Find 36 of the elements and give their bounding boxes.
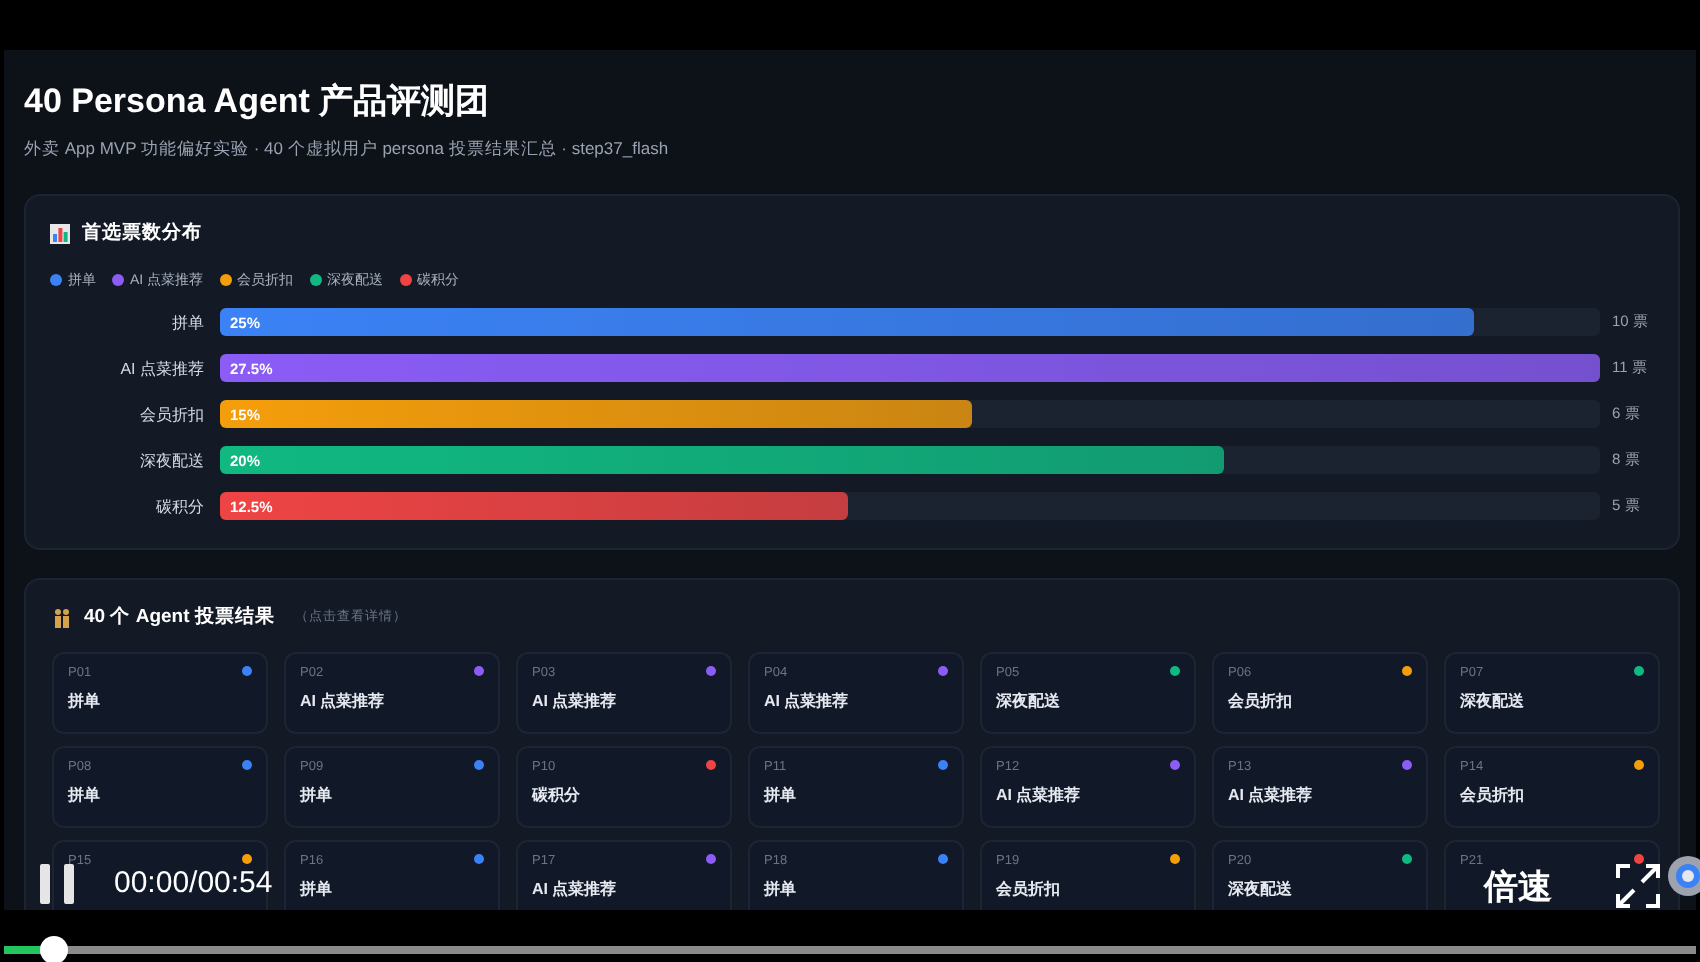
agent-choice: AI 点菜推荐 xyxy=(764,690,851,712)
bar-label: 深夜配送 xyxy=(138,449,206,471)
bar-label: AI 点菜推荐 xyxy=(118,357,206,379)
agent-choice: AI 点菜推荐 xyxy=(532,878,619,900)
agent-choice: 会员折扣 xyxy=(1460,784,1526,806)
agent-choice: 深夜配送 xyxy=(1460,690,1526,712)
agent-choice: AI 点菜推荐 xyxy=(300,690,387,712)
agent-choice: AI 点菜推荐 xyxy=(532,690,619,712)
agent-choice: 深夜配送 xyxy=(1228,878,1294,900)
pause-icon[interactable] xyxy=(40,864,76,904)
agent-choice: 拼单 xyxy=(764,878,798,900)
page-subtitle: 外卖 App MVP 功能偏好实验 · 40 个虚拟用户 persona 投票结果汇总 · step37_flash xyxy=(24,138,671,162)
bar-chart-icon xyxy=(50,223,70,243)
agent-choice: 拼单 xyxy=(300,878,334,900)
card-title: 40 个 Agent 投票结果 xyxy=(84,604,275,630)
agent-choice: 会员折扣 xyxy=(996,878,1062,900)
agent-choice: 拼单 xyxy=(68,784,102,806)
bar-label: 碳积分 xyxy=(154,495,206,517)
agent-choice: AI 点菜推荐 xyxy=(996,784,1083,806)
agent-choice: 拼单 xyxy=(300,784,334,806)
progress-thumb[interactable] xyxy=(40,936,69,962)
bar-label: 拼单 xyxy=(170,311,206,333)
bar-label: 会员折扣 xyxy=(138,403,206,425)
agent-choice: 深夜配送 xyxy=(996,690,1062,712)
page-title: 40 Persona Agent 产品评测团 xyxy=(24,80,492,124)
progress-track[interactable] xyxy=(4,946,1696,954)
speed-button[interactable]: 倍速 xyxy=(1484,864,1552,910)
agent-choice: 拼单 xyxy=(764,784,798,806)
agent-choice: 会员折扣 xyxy=(1228,690,1294,712)
agent-choice: AI 点菜推荐 xyxy=(1228,784,1315,806)
agent-choice: 拼单 xyxy=(68,690,102,712)
agent-choice: 碳积分 xyxy=(532,784,582,806)
fullscreen-icon[interactable] xyxy=(1616,864,1660,908)
playback-time: 00:00/00:54 xyxy=(114,866,273,900)
card-title: 首选票数分布 xyxy=(82,220,202,246)
people-icon xyxy=(52,607,72,627)
